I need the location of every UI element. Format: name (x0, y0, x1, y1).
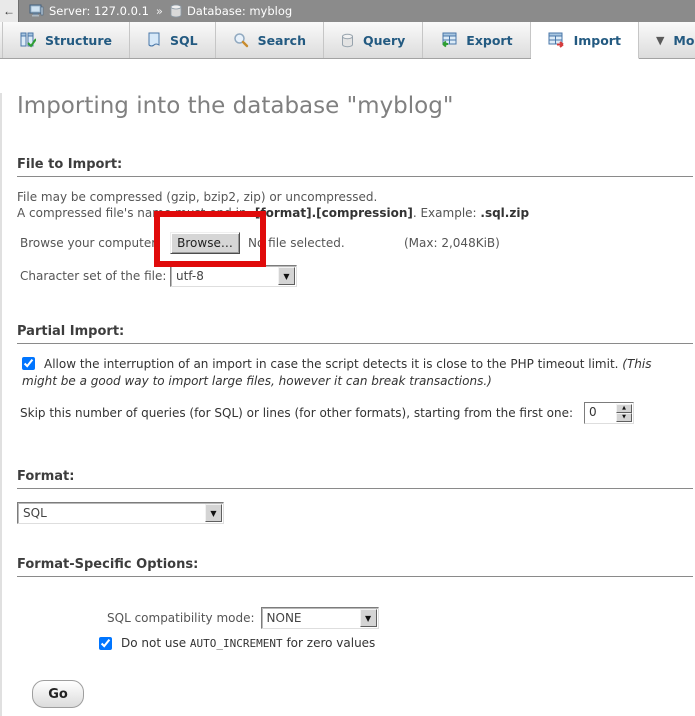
tab-label: Structure (45, 33, 112, 48)
format-selected-value: SQL (18, 506, 205, 520)
tab-label: More (673, 33, 695, 48)
breadcrumb-bar: ← Server: 127.0.0.1 » Database: myblog (0, 0, 695, 22)
section-heading-format: Format: (17, 469, 693, 489)
compression-note-line2: A compressed file's name must end in (17, 206, 250, 220)
sql-compatibility-row: SQL compatibility mode: NONE ▼ (107, 607, 695, 629)
structure-icon (20, 32, 36, 48)
example-label: . Example: (413, 206, 481, 220)
tab-bar: Structure SQL Search Query Export Import… (0, 22, 695, 59)
format-compression-pattern: .[format].[compression] (250, 206, 412, 220)
format-select-row: SQL ▼ (17, 502, 695, 524)
auto-increment-label-suffix: for zero values (283, 636, 376, 650)
skip-queries-input[interactable]: 0 ▲ ▼ (584, 402, 634, 424)
auto-increment-row: Do not use AUTO_INCREMENT for zero value… (99, 636, 695, 650)
tab-structure[interactable]: Structure (2, 22, 130, 58)
breadcrumb-separator: » (156, 4, 163, 18)
breadcrumb-server-link[interactable]: Server: 127.0.0.1 (49, 4, 149, 18)
search-icon (233, 32, 249, 48)
sql-compatibility-label: SQL compatibility mode: (107, 611, 255, 625)
tab-label: Export (466, 33, 512, 48)
section-heading-file-to-import: File to Import: (17, 157, 693, 177)
chevron-down-icon: ▼ (656, 34, 664, 47)
tab-search[interactable]: Search (216, 22, 324, 58)
skip-queries-label: Skip this number of queries (for SQL) or… (20, 406, 573, 420)
dropdown-arrow-icon: ▼ (278, 267, 295, 285)
spinner-up-button[interactable]: ▲ (616, 404, 632, 413)
tab-label: SQL (170, 33, 198, 48)
database-icon (170, 4, 182, 18)
auto-increment-checkbox[interactable] (99, 637, 112, 650)
query-icon (341, 33, 354, 48)
dropdown-arrow-icon: ▼ (205, 504, 222, 522)
section-heading-format-specific-options: Format-Specific Options: (17, 557, 693, 577)
charset-select[interactable]: utf-8 ▼ (170, 265, 297, 287)
no-file-selected-text: No file selected. (248, 236, 345, 250)
charset-row: Character set of the file: utf-8 ▼ (20, 265, 680, 287)
tab-label: Search (258, 33, 306, 48)
section-heading-partial-import: Partial Import: (17, 324, 693, 344)
tab-more[interactable]: ▼ More (639, 22, 695, 58)
allow-interruption-checkbox[interactable] (22, 357, 35, 370)
browse-file-row: Browse your computer: Browse… No file se… (20, 231, 680, 255)
spinner-controls: ▲ ▼ (616, 404, 632, 422)
compression-note-line1: File may be compressed (gzip, bzip2, zip… (17, 190, 377, 204)
tab-query[interactable]: Query (324, 22, 423, 58)
charset-label: Character set of the file: (20, 269, 170, 283)
export-icon (440, 32, 457, 48)
server-icon (29, 4, 44, 18)
auto-increment-label-prefix: Do not use (121, 636, 190, 650)
auto-increment-label: Do not use AUTO_INCREMENT for zero value… (121, 636, 375, 650)
go-button[interactable]: Go (32, 680, 84, 708)
tab-export[interactable]: Export (423, 22, 530, 58)
browse-label: Browse your computer: (20, 236, 170, 250)
back-button[interactable]: ← (0, 0, 19, 22)
allow-interruption-row: Allow the interruption of an import in c… (22, 356, 680, 390)
format-select[interactable]: SQL ▼ (17, 502, 224, 524)
dropdown-arrow-icon: ▼ (360, 609, 377, 627)
browse-button[interactable]: Browse… (170, 232, 240, 254)
main-content: Importing into the database "myblog" Fil… (0, 93, 695, 716)
spinner-down-button[interactable]: ▼ (616, 413, 632, 422)
example-extension: .sql.zip (480, 206, 529, 220)
sql-compatibility-value: NONE (262, 611, 360, 625)
breadcrumb-database-link[interactable]: Database: myblog (187, 4, 292, 18)
tab-label: Import (574, 33, 621, 48)
page-title: Importing into the database "myblog" (17, 93, 695, 119)
compression-note: File may be compressed (gzip, bzip2, zip… (17, 189, 680, 221)
sql-compatibility-select[interactable]: NONE ▼ (261, 607, 379, 629)
sql-icon (147, 32, 161, 48)
import-icon (548, 32, 565, 48)
skip-queries-row: Skip this number of queries (for SQL) or… (20, 402, 680, 424)
allow-interruption-label: Allow the interruption of an import in c… (44, 357, 622, 371)
tab-import[interactable]: Import (531, 22, 639, 59)
breadcrumb: Server: 127.0.0.1 » Database: myblog (29, 4, 292, 18)
charset-selected-value: utf-8 (171, 269, 278, 283)
tab-sql[interactable]: SQL (130, 22, 216, 58)
skip-queries-value: 0 (585, 403, 615, 423)
auto-increment-code: AUTO_INCREMENT (190, 637, 283, 650)
max-upload-size: (Max: 2,048KiB) (404, 236, 500, 250)
tab-label: Query (363, 33, 405, 48)
